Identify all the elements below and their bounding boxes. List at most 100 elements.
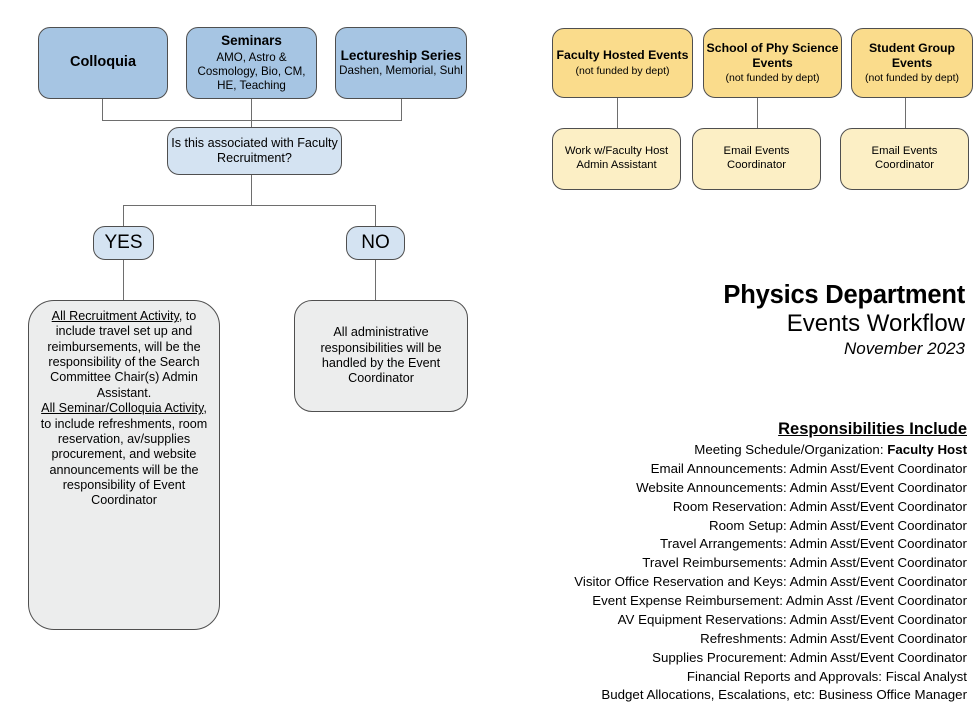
title-line-date: November 2023: [844, 338, 965, 358]
responsibility-owner: Admin Asst /Event Coordinator: [785, 593, 967, 608]
node-no-detail[interactable]: All administrative responsibilities will…: [294, 300, 468, 412]
connector-seminars-down: [251, 99, 253, 127]
responsibility-row: Supplies Procurement: Admin Asst/Event C…: [447, 649, 967, 668]
node-seminars[interactable]: Seminars AMO, Astro & Cosmology, Bio, CM…: [186, 27, 317, 99]
responsibility-task: Travel Arrangements:: [660, 536, 790, 552]
responsibility-owner: Admin Asst/Event Coordinator: [789, 555, 967, 571]
responsibility-row: Travel Reimbursements: Admin Asst/Event …: [447, 554, 967, 573]
responsibility-row: Meeting Schedule/Organization: Faculty H…: [447, 441, 967, 460]
connector-colloquia-down: [102, 99, 104, 121]
responsibility-task: Room Reservation:: [672, 498, 790, 514]
node-student-group-events-note: (not funded by dept): [865, 72, 959, 85]
node-seminars-title: Seminars: [221, 33, 282, 49]
responsibility-owner: Admin Asst/Event Coordinator: [789, 498, 967, 514]
yes-detail-paragraph-2: All Seminar/Colloquia Activity, to inclu…: [36, 401, 212, 509]
node-colloquia[interactable]: Colloquia: [38, 27, 168, 99]
node-school-of-phy-science-events-action[interactable]: Email Events Coordinator: [692, 128, 821, 190]
responsibility-row: AV Equipment Reservations: Admin Asst/Ev…: [447, 611, 967, 630]
responsibility-owner: Admin Asst/Event Coordinator: [789, 611, 967, 627]
yes-detail-body-2: , to include refreshments, room reservat…: [40, 401, 208, 508]
connector-decision-bus: [123, 205, 376, 207]
responsibility-row: Email Announcements: Admin Asst/Event Co…: [447, 460, 967, 479]
connector-no-to-detail: [375, 259, 377, 301]
responsibility-row: Website Announcements: Admin Asst/Event …: [447, 479, 967, 498]
responsibility-owner: Business Office Manager: [818, 687, 967, 703]
responsibility-task: Supplies Procurement:: [652, 649, 790, 665]
node-faculty-hosted-events-note: (not funded by dept): [575, 64, 670, 77]
responsibility-task: Event Expense Reimbursement:: [592, 593, 786, 608]
responsibility-row: Budget Allocations, Escalations, etc: Bu…: [447, 686, 967, 705]
responsibility-owner: Admin Asst/Event Coordinator: [789, 574, 967, 590]
node-branch-yes[interactable]: YES: [93, 226, 154, 260]
responsibilities-list: Meeting Schedule/Organization: Faculty H…: [447, 441, 967, 705]
connector-decision-down: [251, 175, 253, 206]
responsibility-owner: Admin Asst/Event Coordinator: [789, 536, 967, 552]
node-lectureship-title: Lectureship Series: [340, 47, 462, 63]
node-branch-no[interactable]: NO: [346, 226, 405, 260]
node-lectureship-subtitle: Dashen, Memorial, Suhl: [339, 63, 463, 77]
title-block: Physics Department Events Workflow Novem…: [535, 281, 965, 360]
branch-no-label: NO: [361, 232, 390, 254]
node-school-of-phy-science-events-title: School of Phy Science Events: [706, 41, 839, 70]
responsibility-owner: Admin Asst/Event Coordinator: [789, 517, 967, 533]
title-line-department: Physics Department: [723, 281, 965, 309]
responsibility-owner: Admin Asst/Event Coordinator: [789, 630, 967, 646]
responsibility-owner: Faculty Host: [887, 442, 967, 457]
connector-bus-to-yes: [123, 205, 125, 227]
responsibility-task: Website Announcements:: [636, 479, 790, 495]
node-seminars-subtitle: AMO, Astro & Cosmology, Bio, CM, HE, Tea…: [197, 50, 306, 92]
connector-school-events: [757, 98, 759, 130]
student-group-events-action-text: Email Events Coordinator: [871, 145, 938, 171]
responsibility-row: Room Reservation: Admin Asst/Event Coord…: [447, 498, 967, 517]
school-of-phy-science-events-action-text: Email Events Coordinator: [723, 145, 790, 171]
responsibility-task: Meeting Schedule/Organization:: [694, 442, 888, 457]
responsibility-task: AV Equipment Reservations:: [617, 611, 790, 627]
node-student-group-events-action[interactable]: Email Events Coordinator: [840, 128, 969, 190]
connector-source-bus: [102, 120, 402, 122]
responsibility-row: Financial Reports and Approvals: Fiscal …: [447, 668, 967, 687]
node-lectureship-series[interactable]: Lectureship Series Dashen, Memorial, Suh…: [335, 27, 467, 99]
connector-student-events: [905, 98, 907, 130]
node-yes-detail[interactable]: All Recruitment Activity, to include tra…: [28, 300, 220, 630]
yes-detail-lead-2: All Seminar/Colloquia Activity: [41, 401, 204, 416]
node-faculty-hosted-events-title: Faculty Hosted Events: [556, 48, 689, 63]
responsibility-row: Travel Arrangements: Admin Asst/Event Co…: [447, 535, 967, 554]
node-school-of-phy-science-events[interactable]: School of Phy Science Events (not funded…: [703, 28, 842, 98]
responsibility-row: Visitor Office Reservation and Keys: Adm…: [447, 573, 967, 592]
node-decision-faculty-recruitment[interactable]: Is this associated with Faculty Recruitm…: [167, 127, 342, 175]
workflow-diagram-canvas: Colloquia Seminars AMO, Astro & Cosmolog…: [0, 0, 973, 702]
responsibility-row: Refreshments: Admin Asst/Event Coordinat…: [447, 630, 967, 649]
no-detail-text: All administrative responsibilities will…: [320, 325, 442, 386]
responsibility-task: Refreshments:: [700, 630, 790, 646]
responsibility-row: Event Expense Reimbursement: Admin Asst …: [447, 592, 967, 611]
node-colloquia-title: Colloquia: [69, 54, 137, 71]
responsibilities-heading: Responsibilities Include: [778, 420, 967, 438]
responsibility-task: Travel Reimbursements:: [642, 555, 790, 571]
responsibility-task: Email Announcements:: [650, 460, 790, 476]
responsibility-task: Visitor Office Reservation and Keys:: [574, 574, 790, 590]
responsibility-task: Budget Allocations, Escalations, etc:: [601, 687, 819, 703]
connector-faculty-events: [617, 98, 619, 130]
responsibility-row: Room Setup: Admin Asst/Event Coordinator: [447, 517, 967, 536]
responsibility-task: Financial Reports and Approvals:: [686, 668, 886, 684]
responsibility-owner: Fiscal Analyst: [885, 668, 967, 684]
faculty-hosted-events-action-text: Work w/Faculty Host Admin Assistant: [564, 145, 669, 171]
yes-detail-lead-1: All Recruitment Activity: [51, 309, 179, 323]
decision-question-text: Is this associated with Faculty Recruitm…: [171, 135, 338, 165]
responsibility-owner: Admin Asst/Event Coordinator: [789, 460, 967, 476]
responsibilities-block: Responsibilities Include Meeting Schedul…: [447, 420, 967, 705]
responsibility-task: Room Setup:: [709, 517, 790, 533]
connector-lectureship-down: [401, 99, 403, 121]
node-student-group-events-title: Student Group Events: [868, 41, 956, 70]
node-faculty-hosted-events-action[interactable]: Work w/Faculty Host Admin Assistant: [552, 128, 681, 190]
branch-yes-label: YES: [104, 232, 143, 254]
responsibility-owner: Admin Asst/Event Coordinator: [789, 649, 967, 665]
node-student-group-events[interactable]: Student Group Events (not funded by dept…: [851, 28, 973, 98]
connector-yes-to-detail: [123, 259, 125, 301]
node-school-of-phy-science-events-note: (not funded by dept): [725, 72, 820, 85]
responsibility-owner: Admin Asst/Event Coordinator: [789, 479, 967, 495]
title-line-workflow: Events Workflow: [786, 310, 965, 338]
yes-detail-paragraph-1: All Recruitment Activity, to include tra…: [36, 309, 212, 401]
connector-bus-to-no: [375, 205, 377, 227]
node-faculty-hosted-events[interactable]: Faculty Hosted Events (not funded by dep…: [552, 28, 693, 98]
